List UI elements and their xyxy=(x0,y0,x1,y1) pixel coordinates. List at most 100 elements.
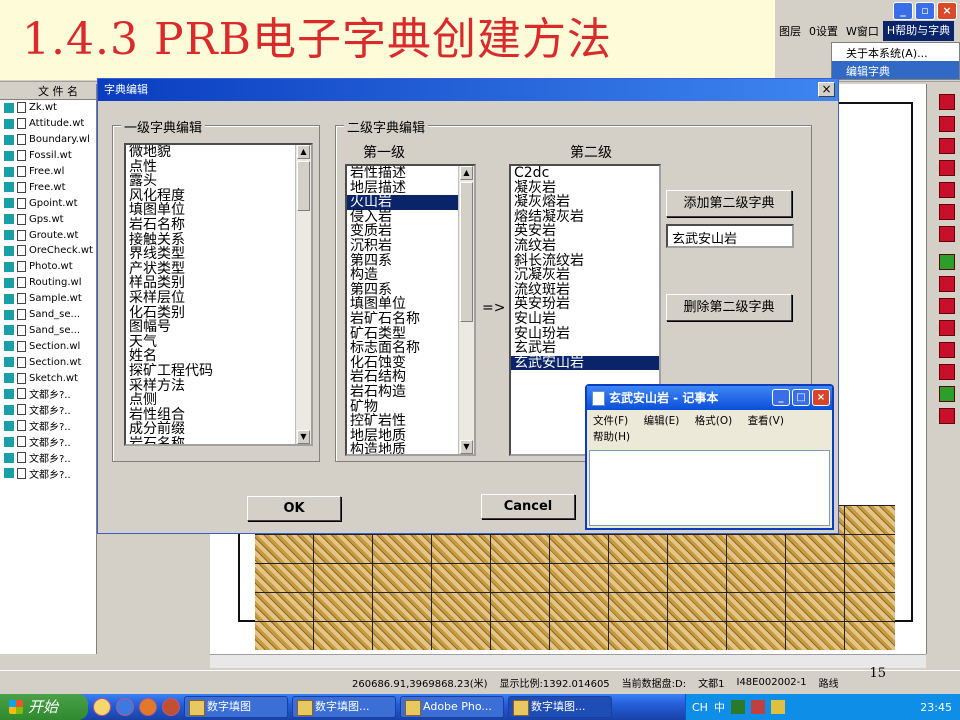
first-level-list-item[interactable]: 侵入岩 xyxy=(347,210,474,225)
task-button-4[interactable]: 数字填图... xyxy=(508,696,612,718)
tool-button[interactable] xyxy=(939,276,955,292)
checkbox-icon[interactable] xyxy=(4,293,14,304)
first-level-list-item[interactable]: 第四系 xyxy=(347,283,474,298)
first-level-list-item[interactable]: 地层描述 xyxy=(347,180,474,196)
second-level-list-item[interactable]: 安山岩 xyxy=(511,312,659,327)
level1-list-item[interactable]: 图幅号 xyxy=(126,320,311,335)
tool-button[interactable] xyxy=(939,160,955,176)
file-item[interactable]: Sample.wt xyxy=(0,291,96,307)
notepad-menu-file[interactable]: 文件(F) xyxy=(593,415,628,427)
level1-list-item[interactable]: 天气 xyxy=(126,335,311,350)
second-level-list-item[interactable]: 玄武岩 xyxy=(511,341,659,356)
menu-window[interactable]: W窗口 xyxy=(842,23,883,39)
checkbox-icon[interactable] xyxy=(4,230,14,241)
tray-ime[interactable]: 中 xyxy=(714,699,725,715)
first-level-list-item[interactable]: 第四系 xyxy=(347,253,474,269)
file-item[interactable]: Free.wt xyxy=(0,179,96,195)
checkbox-icon[interactable] xyxy=(4,325,14,336)
task-button-3[interactable]: Adobe Pho... xyxy=(400,696,504,718)
tool-button[interactable] xyxy=(939,364,955,380)
file-item[interactable]: 文都乡?.. xyxy=(0,418,96,434)
file-item[interactable]: Free.wl xyxy=(0,164,96,180)
first-level-list-item[interactable]: 岩性描述 xyxy=(347,166,474,181)
file-item[interactable]: Groute.wt xyxy=(0,227,96,243)
file-item[interactable]: Routing.wl xyxy=(0,275,96,291)
file-item[interactable]: Gpoint.wt xyxy=(0,195,96,211)
ie-icon[interactable] xyxy=(116,698,134,716)
second-level-list-item[interactable]: 玄武安山岩 xyxy=(511,356,659,371)
menu-layer[interactable]: 图层 xyxy=(775,23,805,39)
file-item[interactable]: Section.wl xyxy=(0,338,96,354)
file-item[interactable]: Sketch.wt xyxy=(0,370,96,386)
level1-list-item[interactable]: 露头 xyxy=(126,174,311,189)
file-item[interactable]: Sand_se... xyxy=(0,307,96,323)
checkbox-icon[interactable] xyxy=(4,134,14,145)
first-level-list-item[interactable]: 沉积岩 xyxy=(347,239,474,254)
first-level-list-item[interactable]: 化石蚀变 xyxy=(347,356,474,371)
level1-list-item[interactable]: 填图单位 xyxy=(126,203,311,218)
notepad-close-icon[interactable]: × xyxy=(812,389,830,406)
tool-button[interactable] xyxy=(939,94,955,110)
checkbox-icon[interactable] xyxy=(4,388,14,399)
checkbox-icon[interactable] xyxy=(4,341,14,352)
checkbox-icon[interactable] xyxy=(4,150,14,161)
file-item[interactable]: Section.wt xyxy=(0,354,96,370)
level1-list-item[interactable]: 界线类型 xyxy=(126,247,311,262)
cancel-button[interactable]: Cancel xyxy=(481,494,575,519)
second-level-list-item[interactable]: 英安玢岩 xyxy=(511,297,659,312)
tray-icon[interactable] xyxy=(770,700,785,714)
menu-help-dictionary[interactable]: H帮助与字典 xyxy=(882,21,955,41)
first-level-list-item[interactable]: 岩石结构 xyxy=(347,370,474,385)
notepad-menu-format[interactable]: 格式(O) xyxy=(695,415,732,427)
file-list-header[interactable]: 文 件 名 xyxy=(0,84,96,100)
tool-button[interactable] xyxy=(939,298,955,314)
file-item[interactable]: Sand_se... xyxy=(0,322,96,338)
notepad-text-area[interactable] xyxy=(589,450,830,526)
second-level-list-item[interactable]: 斜长流纹岩 xyxy=(511,253,659,269)
notepad-menu-view[interactable]: 查看(V) xyxy=(748,415,784,427)
checkbox-icon[interactable] xyxy=(4,468,14,479)
first-level-listbox[interactable]: 岩性描述 地层描述 火山岩 侵入岩 变质岩 沉积岩 第四系 构造 第四系 填图单位 岩矿石名称 矿石类… xyxy=(345,164,476,456)
checkbox-icon[interactable] xyxy=(4,452,14,463)
level1-list-item[interactable]: 探矿工程代码 xyxy=(126,364,311,379)
tool-button[interactable] xyxy=(939,182,955,198)
tool-button[interactable] xyxy=(939,320,955,336)
first-level-list-item[interactable]: 变质岩 xyxy=(347,224,474,239)
first-level-list-item[interactable]: 填图单位 xyxy=(347,297,474,312)
tool-button[interactable] xyxy=(939,342,955,358)
first-level-list-item[interactable]: 矿石类型 xyxy=(347,326,474,342)
checkbox-icon[interactable] xyxy=(4,436,14,447)
file-item[interactable]: Fossil.wt xyxy=(0,148,96,164)
notepad-minimize-icon[interactable]: _ xyxy=(772,389,790,406)
file-item[interactable]: 文都乡?.. xyxy=(0,386,96,402)
second-level-list-item[interactable]: 英安岩 xyxy=(511,224,659,239)
file-item[interactable]: OreCheck.wt xyxy=(0,243,96,259)
tool-button[interactable] xyxy=(939,408,955,424)
second-level-list-item[interactable]: 沉凝灰岩 xyxy=(511,268,659,283)
restore-icon[interactable]: ▫ xyxy=(915,2,935,20)
file-item[interactable]: Boundary.wl xyxy=(0,132,96,148)
notepad-maximize-icon[interactable]: □ xyxy=(792,389,810,406)
scroll-thumb[interactable] xyxy=(297,161,310,211)
scroll-down-icon[interactable]: ▼ xyxy=(460,440,473,454)
checkbox-icon[interactable] xyxy=(4,404,14,415)
checkbox-icon[interactable] xyxy=(4,198,14,209)
file-item[interactable]: Zk.wt xyxy=(0,100,96,116)
notepad-menu-edit[interactable]: 编辑(E) xyxy=(644,415,680,427)
ok-button[interactable]: OK xyxy=(247,496,341,521)
level1-list-item[interactable]: 采样层位 xyxy=(126,291,311,306)
file-item[interactable]: Photo.wt xyxy=(0,259,96,275)
start-button[interactable]: 开始 xyxy=(0,694,88,720)
level1-list-item[interactable]: 成分前缀 xyxy=(126,422,311,437)
tray-icon[interactable] xyxy=(730,700,745,714)
first-level-list-item[interactable]: 控矿岩性 xyxy=(347,414,474,429)
checkbox-icon[interactable] xyxy=(4,214,14,225)
first-level-list-item[interactable]: 矿物 xyxy=(347,399,474,415)
first-level-list-item[interactable]: 岩石构造 xyxy=(347,385,474,400)
menu-settings[interactable]: 0设置 xyxy=(805,23,842,39)
menu-item-edit-dictionary[interactable]: 编辑字典 xyxy=(832,61,959,79)
second-level-list-item[interactable]: C2dc xyxy=(511,166,659,181)
task-button-2[interactable]: 数字填图... xyxy=(292,696,396,718)
scroll-down-icon[interactable]: ▼ xyxy=(297,430,310,444)
map-horizontal-scrollbar[interactable] xyxy=(210,654,926,668)
